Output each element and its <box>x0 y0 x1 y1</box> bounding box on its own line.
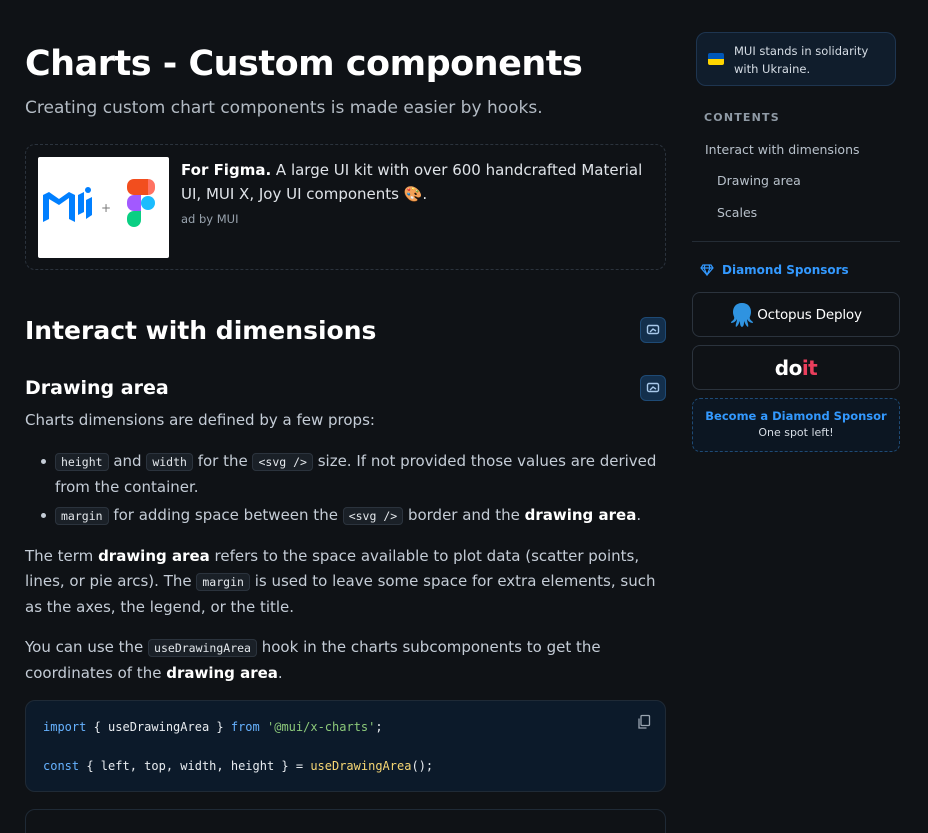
paragraph-drawing-area: The term drawing area refers to the spac… <box>25 544 666 620</box>
code-block[interactable]: import { useDrawingArea } from '@mui/x-c… <box>25 700 666 792</box>
bold-text: drawing area <box>98 547 210 565</box>
paragraph-intro: Charts dimensions are defined by a few p… <box>25 411 375 429</box>
ukraine-text: MUI stands in solidarity with Ukraine. <box>734 44 869 76</box>
ad-text: For Figma. A large UI kit with over 600 … <box>181 158 651 206</box>
become-sponsor-subtitle: One spot left! <box>758 426 834 439</box>
toc-item-interact-with-dimensions[interactable]: Interact with dimensions <box>705 142 860 157</box>
diamond-icon <box>700 264 714 276</box>
text: . <box>636 506 642 524</box>
sponsor-name: Octopus Deploy <box>757 306 862 323</box>
bold-text: drawing area <box>166 664 278 682</box>
list-item: margin for adding space between the <svg… <box>39 503 666 529</box>
text: for adding space between the <box>108 506 343 524</box>
text: for the <box>192 452 253 470</box>
code-text: { useDrawingArea } <box>86 720 231 734</box>
sponsor-doit[interactable]: doit <box>692 345 900 390</box>
ad-image[interactable]: + <box>38 157 169 258</box>
code-keyword: from <box>230 720 260 734</box>
ukraine-banner[interactable]: MUI stands in solidarity with Ukraine. <box>696 32 896 86</box>
section-heading-drawing-area: Drawing area <box>25 377 169 399</box>
text: The term <box>25 547 99 565</box>
toc-heading: CONTENTS <box>704 111 780 124</box>
page-subtitle: Creating custom chart components is made… <box>25 98 543 118</box>
bold-text: drawing area <box>524 506 637 524</box>
divider <box>692 241 900 242</box>
text: . <box>277 664 283 682</box>
copy-button[interactable] <box>637 714 651 733</box>
copy-icon <box>638 714 651 729</box>
toc-item-scales[interactable]: Scales <box>717 205 757 220</box>
code-svg: <svg /> <box>252 453 313 471</box>
section-heading-interact-with-dimensions: Interact with dimensions <box>25 316 377 345</box>
code-text: { left, top, width, height } = <box>79 759 311 773</box>
code-use-drawing-area: useDrawingArea <box>148 639 257 657</box>
anchor-link-button[interactable] <box>640 317 666 343</box>
code-text: (); <box>411 759 434 773</box>
doit-logo-it: it <box>801 355 818 380</box>
ukraine-flag-icon <box>708 53 724 65</box>
ad-card[interactable]: + For Figma. A large UI kit with over 60… <box>25 144 666 270</box>
code-margin: margin <box>55 507 109 525</box>
anchor-link-icon <box>646 324 660 335</box>
code-function: useDrawingArea <box>310 759 412 773</box>
doit-logo-do: do <box>774 355 803 380</box>
anchor-link-icon <box>646 382 660 393</box>
text: and <box>108 452 147 470</box>
anchor-link-button[interactable] <box>640 375 666 401</box>
become-sponsor-button[interactable]: Become a Diamond Sponsor One spot left! <box>692 398 900 452</box>
ad-title: For Figma. <box>181 161 272 179</box>
list-item: height and width for the <svg /> size. I… <box>39 449 666 500</box>
diamond-sponsors-heading: Diamond Sponsors <box>700 263 849 277</box>
become-sponsor-title: Become a Diamond Sponsor <box>705 409 887 423</box>
code-height: height <box>55 453 109 471</box>
svg-text:+: + <box>101 201 111 215</box>
octopus-icon <box>731 302 754 327</box>
text: border and the <box>403 506 525 524</box>
code-svg: <svg /> <box>342 507 404 525</box>
code-width: width <box>146 453 193 471</box>
ad-attribution: ad by MUI <box>181 212 239 226</box>
docs-page: Charts - Custom components Creating cust… <box>0 0 928 833</box>
mui-figma-logo-icon: + <box>43 179 155 227</box>
code-margin: margin <box>196 573 250 591</box>
code-line: import { useDrawingArea } from '@mui/x-c… <box>43 720 383 734</box>
doit-logo: doit <box>774 355 818 380</box>
paragraph-hook: You can use the useDrawingArea hook in t… <box>25 635 666 686</box>
code-text: ; <box>375 720 383 734</box>
code-line: const { left, top, width, height } = use… <box>43 759 433 773</box>
code-string: '@mui/x-charts' <box>267 720 376 734</box>
toc-item-drawing-area[interactable]: Drawing area <box>717 173 801 188</box>
diamond-sponsors-label: Diamond Sponsors <box>722 263 849 277</box>
page-title: Charts - Custom components <box>25 44 583 84</box>
sponsor-octopus-deploy[interactable]: Octopus Deploy <box>692 292 900 337</box>
code-keyword: const <box>43 759 80 773</box>
text: You can use the <box>25 638 149 656</box>
code-keyword: import <box>43 720 87 734</box>
demo-container <box>25 809 666 833</box>
